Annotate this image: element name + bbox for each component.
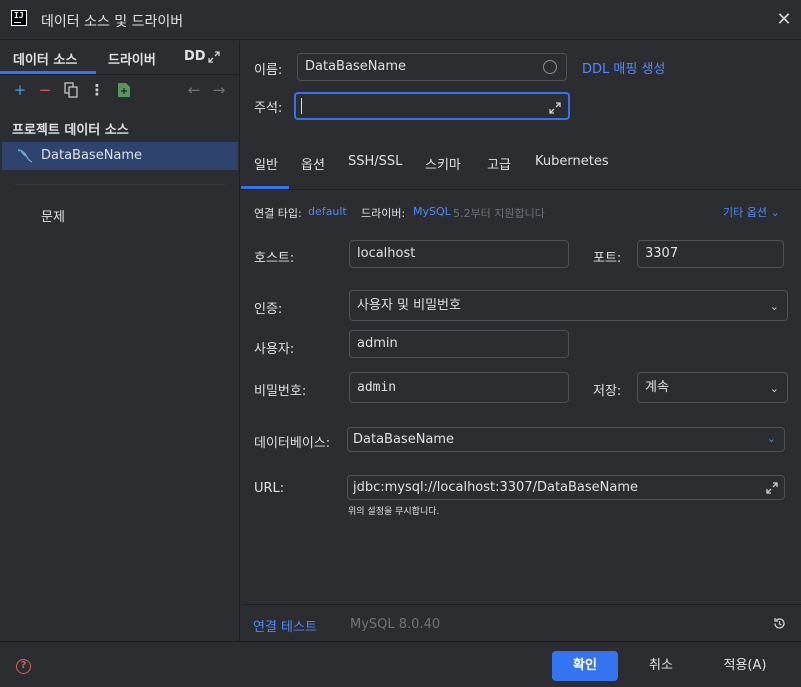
help-icon[interactable]: ?: [16, 659, 31, 674]
apply-button[interactable]: 적용(A): [712, 651, 778, 681]
name-label: 이름:: [254, 63, 283, 78]
tab-divider: [0, 74, 240, 75]
auth-select[interactable]: 사용자 및 비밀번호 ⌄: [349, 290, 788, 321]
more-options-label: 기타 옵션: [723, 206, 767, 219]
connection-type-link[interactable]: default: [308, 205, 347, 218]
user-field[interactable]: admin: [349, 330, 569, 358]
expand-icon[interactable]: [207, 50, 221, 64]
chevron-down-icon: ⌄: [770, 206, 780, 219]
more-options-link[interactable]: 기타 옵션 ⌄: [723, 204, 780, 220]
datasource-label: DataBaseName: [41, 148, 143, 163]
database-select[interactable]: DataBaseName ⌄: [347, 427, 785, 452]
driver-label: 드라이버:: [361, 207, 406, 220]
more-options-icon[interactable]: ⋮: [88, 81, 106, 99]
chevron-down-icon: ⌄: [769, 300, 779, 313]
database-label: 데이터베이스:: [254, 436, 331, 451]
name-field-value: DataBaseName: [305, 59, 407, 74]
window-title: 데이터 소스 및 드라이버: [41, 14, 184, 30]
auth-select-value: 사용자 및 비밀번호: [357, 298, 461, 313]
title-bar: IJ 데이터 소스 및 드라이버 ✕: [0, 0, 801, 40]
port-label: 포트:: [593, 251, 622, 266]
divider: [15, 184, 225, 185]
tab-schemas[interactable]: 스키마: [425, 154, 461, 173]
tab-drivers[interactable]: 드라이버: [108, 49, 156, 68]
save-select-value: 계속: [645, 380, 669, 395]
datasource-item[interactable]: DataBaseName: [2, 142, 238, 170]
url-label: URL:: [254, 481, 285, 496]
test-divider: [241, 604, 801, 605]
problems-item[interactable]: 문제: [41, 206, 65, 225]
tab-ssh-ssl[interactable]: SSH/SSL: [348, 154, 402, 169]
add-icon[interactable]: +: [11, 81, 29, 99]
server-version: MySQL 8.0.40: [350, 617, 441, 632]
import-file-icon[interactable]: [117, 82, 131, 98]
tab-general[interactable]: 일반: [254, 154, 278, 173]
comment-label: 주석:: [254, 101, 283, 116]
chevron-down-icon: ⌄: [766, 432, 776, 445]
database-select-value: DataBaseName: [353, 432, 455, 447]
section-title: 프로젝트 데이터 소스: [12, 123, 129, 138]
password-field[interactable]: admin: [349, 372, 569, 403]
tab-divider: [241, 189, 801, 190]
text-caret: [301, 98, 302, 114]
expand-icon[interactable]: [548, 99, 562, 114]
remove-icon[interactable]: −: [36, 81, 54, 99]
dialog-footer: ? 확인 취소 적용(A): [0, 641, 801, 687]
test-connection-link[interactable]: 연결 테스트: [253, 616, 317, 635]
reset-history-icon[interactable]: [772, 616, 787, 631]
tab-advanced[interactable]: 고급: [487, 154, 511, 173]
driver-link[interactable]: MySQL: [413, 205, 451, 218]
tab-ddl-mappings[interactable]: DD: [184, 49, 206, 64]
auth-label: 인증:: [254, 302, 283, 317]
tab-kubernetes[interactable]: Kubernetes: [535, 154, 609, 169]
name-field[interactable]: DataBaseName: [297, 53, 567, 81]
host-field[interactable]: localhost: [349, 240, 569, 268]
left-pane: 데이터 소스 드라이버 DD + − ⋮ ← → 프로젝트 데이터 소스 Dat…: [0, 41, 240, 641]
close-icon[interactable]: ✕: [774, 10, 794, 30]
save-select[interactable]: 계속 ⌄: [637, 372, 788, 403]
app-logo-icon: IJ: [11, 10, 27, 26]
user-label: 사용자:: [254, 342, 295, 357]
connection-type-label: 연결 타입:: [254, 207, 302, 220]
host-label: 호스트:: [254, 251, 295, 266]
right-pane: 이름: DataBaseName DDL 매핑 생성 주석: 일반 옵션 SSH…: [241, 41, 801, 641]
comment-field[interactable]: [294, 92, 570, 120]
tab-options[interactable]: 옵션: [301, 154, 325, 173]
color-circle-icon[interactable]: [543, 60, 557, 74]
port-field[interactable]: 3307: [637, 240, 784, 268]
url-hint: 위의 설정을 무시합니다.: [348, 507, 440, 517]
ddl-mapping-link[interactable]: DDL 매핑 생성: [582, 58, 665, 77]
tab-data-sources[interactable]: 데이터 소스: [13, 49, 77, 68]
cancel-button[interactable]: 취소: [632, 651, 690, 681]
url-field-value: jdbc:mysql://localhost:3307/DataBaseName: [353, 480, 639, 495]
forward-arrow-icon[interactable]: →: [210, 81, 228, 99]
save-label: 저장:: [593, 384, 622, 399]
mysql-dolphin-icon: [16, 147, 34, 165]
chevron-down-icon: ⌄: [769, 382, 779, 395]
driver-note: 5.2부터 지원합니다: [453, 207, 545, 220]
password-label: 비밀번호:: [254, 384, 307, 399]
duplicate-icon[interactable]: [64, 82, 78, 98]
back-arrow-icon[interactable]: ←: [185, 81, 203, 99]
ok-button[interactable]: 확인: [552, 651, 618, 681]
url-field[interactable]: jdbc:mysql://localhost:3307/DataBaseName: [347, 475, 785, 500]
expand-icon[interactable]: [765, 480, 779, 494]
